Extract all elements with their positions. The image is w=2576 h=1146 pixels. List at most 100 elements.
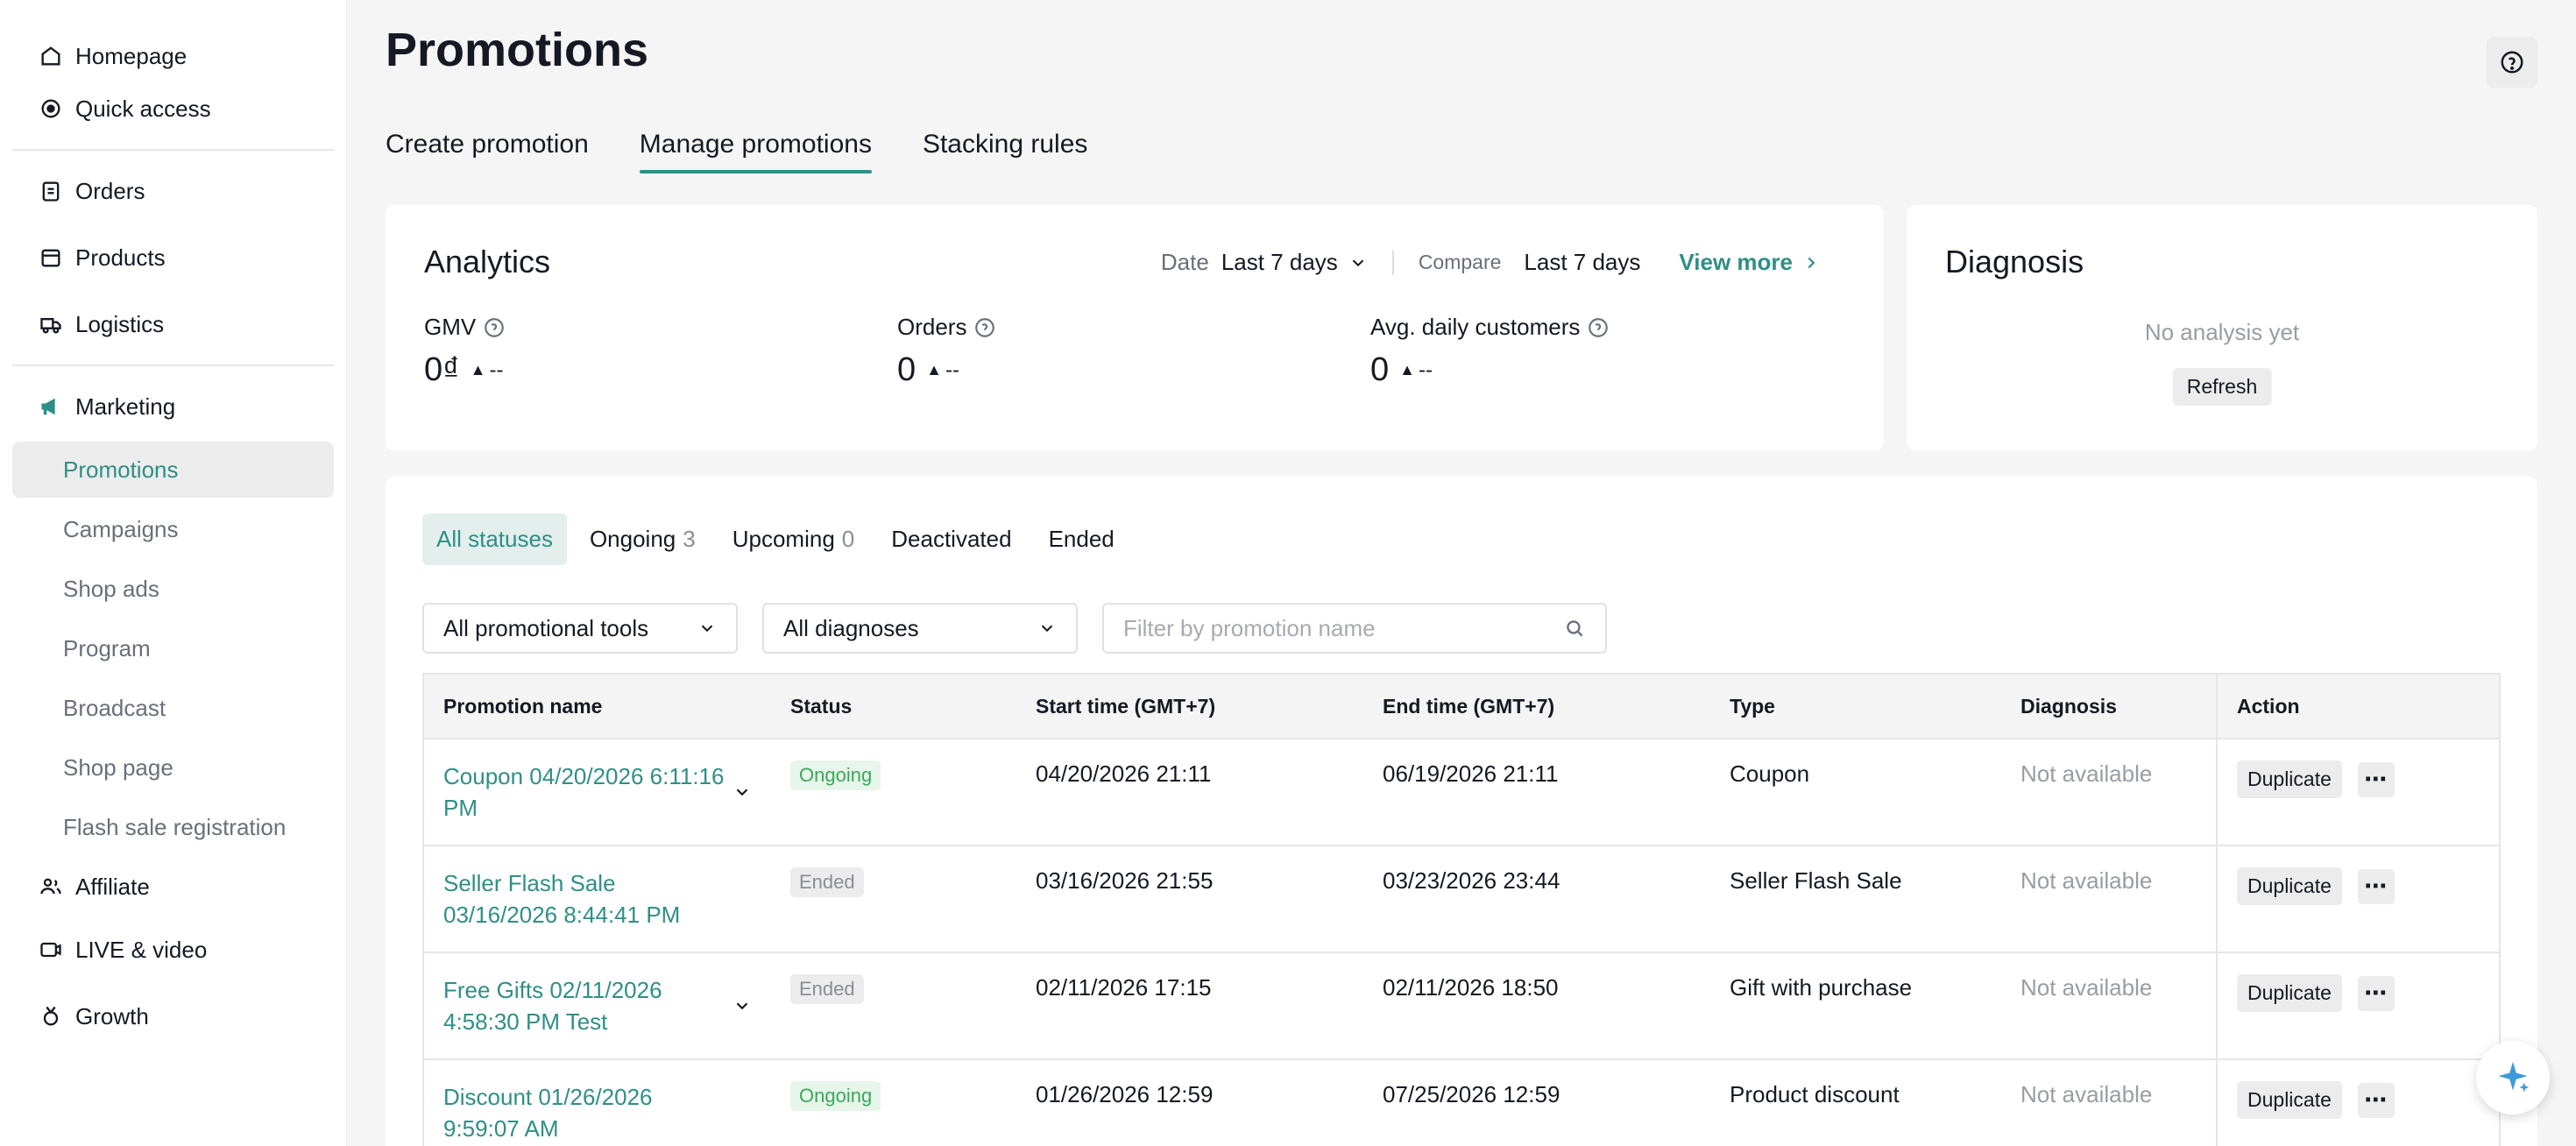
search-icon: [1567, 620, 1583, 637]
duplicate-button[interactable]: Duplicate: [2237, 760, 2342, 798]
sidebar-item-products[interactable]: Products: [12, 231, 334, 284]
help-icon[interactable]: [1587, 316, 1610, 339]
metric-value: 0₫: [424, 351, 460, 388]
sidebar-divider: [12, 149, 334, 151]
sidebar-item-label: Quick access: [75, 95, 211, 122]
sparkle-icon: [2498, 1061, 2530, 1093]
chevron-down-icon[interactable]: [1348, 253, 1368, 272]
home-icon: [39, 44, 63, 68]
sidebar-sub-program[interactable]: Program: [12, 620, 334, 676]
view-more-label: View more: [1679, 249, 1793, 275]
compare-value[interactable]: Last 7 days: [1524, 249, 1640, 276]
status-tabs: All statuses Ongoing 3 Upcoming 0 Deactiva…: [422, 513, 1129, 565]
chevron-down-icon[interactable]: [732, 996, 752, 1015]
promotional-tools-select[interactable]: All promotional tools: [422, 603, 738, 654]
sidebar-item-orders[interactable]: Orders: [12, 165, 334, 217]
sidebar-item-marketing[interactable]: Marketing: [12, 380, 334, 433]
help-icon: [2501, 51, 2523, 74]
medal-icon: [39, 1004, 63, 1029]
tab-create-promotion[interactable]: Create promotion: [386, 130, 589, 173]
promotion-name-link[interactable]: Discount 01/26/2026 9:59:07 AM: [443, 1081, 732, 1144]
analytics-card: Analytics Date Last 7 days Compare Last …: [386, 205, 1884, 450]
view-more-link[interactable]: View more: [1679, 249, 1821, 276]
help-icon[interactable]: [973, 316, 996, 339]
duplicate-button[interactable]: Duplicate: [2237, 1081, 2342, 1119]
promotion-name-link[interactable]: Coupon 04/20/2026 6:11:16 PM: [443, 760, 732, 824]
status-tab-upcoming[interactable]: Upcoming 0: [718, 513, 869, 565]
sidebar-item-homepage[interactable]: Homepage: [12, 30, 334, 82]
date-select[interactable]: Last 7 days: [1221, 249, 1338, 276]
chevron-down-icon[interactable]: [732, 782, 752, 802]
table-row: Discount 01/26/2026 9:59:07 AM Ongoing 0…: [422, 1058, 2501, 1146]
sidebar-item-live-video[interactable]: LIVE & video: [12, 923, 334, 976]
start-time: 02/11/2026 17:15: [1016, 951, 1363, 1059]
sidebar-sub-shop-ads[interactable]: Shop ads: [12, 561, 334, 617]
table-row: Free Gifts 02/11/2026 4:58:30 PM Test En…: [422, 951, 2501, 1059]
promotion-name-link[interactable]: Free Gifts 02/11/2026 4:58:30 PM Test: [443, 974, 732, 1037]
more-icon[interactable]: ⋯: [2357, 868, 2395, 904]
table-row: Coupon 04/20/2026 6:11:16 PM Ongoing 04/…: [422, 738, 2501, 845]
status-tab-label: Deactivated: [891, 526, 1012, 552]
col-start-time: Start time (GMT+7): [1016, 673, 1363, 739]
people-icon: [39, 874, 63, 899]
refresh-button[interactable]: Refresh: [2172, 368, 2272, 406]
status-tab-label: Ongoing: [589, 526, 676, 552]
more-icon[interactable]: ⋯: [2357, 975, 2395, 1011]
tab-manage-promotions[interactable]: Manage promotions: [639, 130, 873, 173]
chevron-down-icon: [701, 625, 713, 633]
promotion-type: Coupon: [1710, 738, 2001, 845]
sidebar-item-quick-access[interactable]: Quick access: [12, 82, 334, 135]
status-tab-all[interactable]: All statuses: [422, 513, 567, 565]
metric-trend: --: [1418, 357, 1433, 382]
date-label: Date: [1160, 249, 1209, 275]
status-tab-ongoing[interactable]: Ongoing 3: [576, 513, 710, 565]
status-tab-ended[interactable]: Ended: [1035, 513, 1129, 565]
promotion-tabs: Create promotion Manage promotions Stack…: [386, 130, 1087, 173]
start-time: 03/16/2026 21:55: [1016, 845, 1363, 952]
sidebar-item-logistics[interactable]: Logistics: [12, 298, 334, 350]
filter-bar: All promotional tools All diagnoses Filt…: [422, 603, 1607, 654]
more-icon[interactable]: ⋯: [2357, 1082, 2395, 1118]
sidebar-item-label: Homepage: [75, 42, 188, 69]
col-type: Type: [1710, 673, 2001, 739]
metric-avg-daily-customers: Avg. daily customers 0 ▲ --: [1370, 314, 1610, 389]
start-time: 04/20/2026 21:11: [1016, 738, 1363, 845]
tab-stacking-rules[interactable]: Stacking rules: [923, 130, 1087, 173]
end-time: 02/11/2026 18:50: [1363, 951, 1710, 1059]
help-button[interactable]: [2487, 37, 2537, 88]
promotion-type: Seller Flash Sale: [1710, 845, 2001, 952]
status-badge: Ended: [790, 974, 864, 1004]
metric-value: 0: [897, 351, 916, 388]
diagnoses-select[interactable]: All diagnoses: [762, 603, 1078, 654]
duplicate-button[interactable]: Duplicate: [2237, 867, 2342, 905]
sidebar-sub-promotions[interactable]: Promotions: [12, 442, 334, 498]
more-icon[interactable]: ⋯: [2357, 761, 2395, 797]
col-status: Status: [771, 673, 1016, 739]
status-tab-deactivated[interactable]: Deactivated: [877, 513, 1025, 565]
duplicate-button[interactable]: Duplicate: [2237, 974, 2342, 1012]
diagnosis-title: Diagnosis: [1945, 244, 2084, 279]
sidebar-sub-flash-sale-registration[interactable]: Flash sale registration: [12, 799, 334, 855]
sidebar-sub-campaigns[interactable]: Campaigns: [12, 501, 334, 557]
diagnosis-card: Diagnosis No analysis yet Refresh: [1907, 205, 2537, 450]
sidebar-item-label: Affiliate: [75, 873, 150, 900]
promotion-type: Gift with purchase: [1710, 951, 2001, 1059]
triangle-up-icon: ▲: [470, 361, 486, 378]
compare-label: Compare: [1418, 251, 1502, 273]
sidebar-item-label: Growth: [75, 1002, 149, 1029]
status-tab-label: Upcoming: [732, 526, 835, 552]
table-header-row: Promotion name Status Start time (GMT+7)…: [422, 673, 2501, 739]
sidebar-sub-shop-page[interactable]: Shop page: [12, 739, 334, 796]
sidebar-sub-broadcast[interactable]: Broadcast: [12, 680, 334, 736]
sidebar-item-affiliate[interactable]: Affiliate: [12, 860, 334, 913]
triangle-up-icon: ▲: [926, 361, 942, 378]
sidebar-item-growth[interactable]: Growth: [12, 990, 334, 1043]
promotion-name-link[interactable]: Seller Flash Sale 03/16/2026 8:44:41 PM: [443, 867, 732, 930]
end-time: 07/25/2026 12:59: [1363, 1058, 1710, 1146]
ai-assistant-button[interactable]: [2476, 1041, 2550, 1114]
sidebar-item-label: LIVE & video: [75, 936, 208, 963]
chevron-down-icon: [1041, 625, 1053, 633]
status-badge: Ended: [790, 867, 864, 897]
promotion-search-input[interactable]: Filter by promotion name: [1102, 603, 1607, 654]
help-icon[interactable]: [483, 316, 506, 339]
